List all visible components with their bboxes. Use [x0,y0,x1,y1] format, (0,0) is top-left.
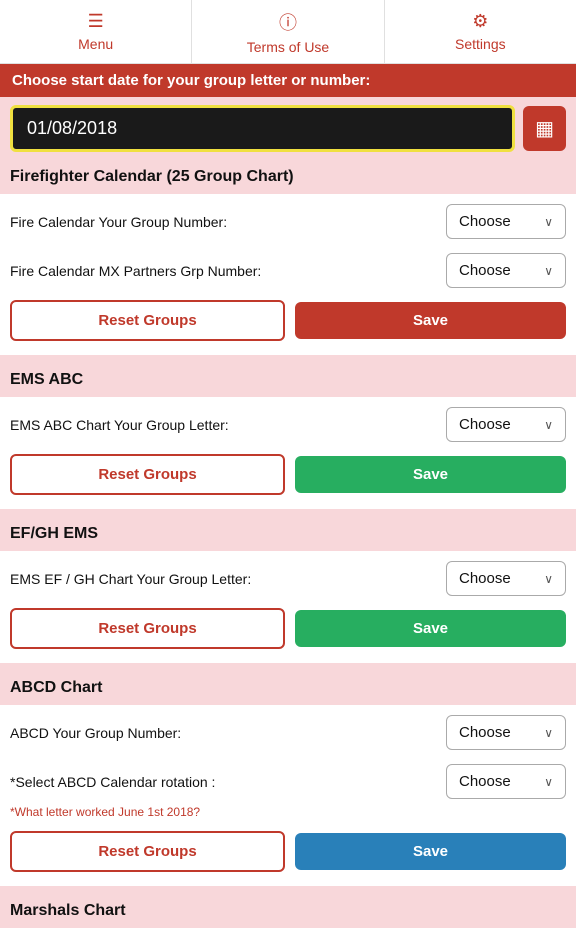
abcd-choose-1[interactable]: Choose ∨ [446,715,566,750]
ems-abc-section-body: EMS ABC Chart Your Group Letter: Choose … [0,397,576,509]
ems-abc-label-1: EMS ABC Chart Your Group Letter: [10,417,446,433]
date-row: 01/08/2018 ▦ [0,97,576,160]
terms-icon: ⓘ [279,9,297,35]
firefighter-chevron-2: ∨ [544,264,553,278]
firefighter-choose-label-2: Choose [459,262,511,279]
efgh-save-button[interactable]: Save [295,610,566,647]
abcd-reset-button[interactable]: Reset Groups [10,831,285,872]
divider-2 [0,509,576,517]
abcd-choose-label-1: Choose [459,724,511,741]
efgh-row-1: EMS EF / GH Chart Your Group Letter: Cho… [10,551,566,600]
menu-icon: ☰ [88,11,104,32]
abcd-label-1: ABCD Your Group Number: [10,725,446,741]
ems-abc-choose-label-1: Choose [459,416,511,433]
efgh-action-row: Reset Groups Save [10,600,566,653]
abcd-row-1: ABCD Your Group Number: Choose ∨ [10,705,566,754]
ems-abc-section: EMS ABC EMS ABC Chart Your Group Letter:… [0,363,576,509]
efgh-reset-button[interactable]: Reset Groups [10,608,285,649]
abcd-chevron-1: ∨ [544,726,553,740]
firefighter-action-row: Reset Groups Save [10,292,566,345]
divider-1 [0,355,576,363]
efgh-choose-1[interactable]: Choose ∨ [446,561,566,596]
firefighter-section-header: Firefighter Calendar (25 Group Chart) [0,160,576,194]
abcd-action-row: Reset Groups Save [10,823,566,876]
instruction-bar: Choose start date for your group letter … [0,64,576,97]
ems-abc-section-header: EMS ABC [0,363,576,397]
ems-abc-action-row: Reset Groups Save [10,446,566,499]
instruction-text: Choose start date for your group letter … [12,72,370,89]
abcd-choose-label-2: Choose [459,773,511,790]
firefighter-section-body: Fire Calendar Your Group Number: Choose … [0,194,576,355]
marshals-section-header: Marshals Chart [0,894,576,928]
efgh-chevron-1: ∨ [544,572,553,586]
menu-nav-item[interactable]: ☰ Menu [0,0,192,63]
ems-abc-reset-button[interactable]: Reset Groups [10,454,285,495]
ems-abc-chevron-1: ∨ [544,418,553,432]
abcd-hint: *What letter worked June 1st 2018? [10,803,566,823]
firefighter-row-2: Fire Calendar MX Partners Grp Number: Ch… [10,243,566,292]
efgh-section-header: EF/GH EMS [0,517,576,551]
firefighter-chevron-1: ∨ [544,215,553,229]
abcd-row-2: *Select ABCD Calendar rotation : Choose … [10,754,566,803]
ems-abc-save-button[interactable]: Save [295,456,566,493]
efgh-section-body: EMS EF / GH Chart Your Group Letter: Cho… [0,551,576,663]
marshals-section: Marshals Chart [0,894,576,928]
terms-nav-item[interactable]: ⓘ Terms of Use [192,0,384,63]
abcd-chevron-2: ∨ [544,775,553,789]
abcd-choose-2[interactable]: Choose ∨ [446,764,566,799]
abcd-section: ABCD Chart ABCD Your Group Number: Choos… [0,671,576,886]
calendar-button[interactable]: ▦ [523,106,566,151]
firefighter-label-2: Fire Calendar MX Partners Grp Number: [10,263,446,279]
settings-icon: ⚙ [472,11,488,32]
abcd-section-header: ABCD Chart [0,671,576,705]
abcd-save-button[interactable]: Save [295,833,566,870]
firefighter-section: Firefighter Calendar (25 Group Chart) Fi… [0,160,576,355]
efgh-label-1: EMS EF / GH Chart Your Group Letter: [10,571,446,587]
top-navigation: ☰ Menu ⓘ Terms of Use ⚙ Settings [0,0,576,64]
firefighter-reset-button[interactable]: Reset Groups [10,300,285,341]
divider-4 [0,886,576,894]
efgh-section: EF/GH EMS EMS EF / GH Chart Your Group L… [0,517,576,663]
efgh-choose-label-1: Choose [459,570,511,587]
settings-label: Settings [455,36,506,52]
firefighter-choose-2[interactable]: Choose ∨ [446,253,566,288]
ems-abc-row-1: EMS ABC Chart Your Group Letter: Choose … [10,397,566,446]
abcd-label-2: *Select ABCD Calendar rotation : [10,774,446,790]
firefighter-row-1: Fire Calendar Your Group Number: Choose … [10,194,566,243]
firefighter-choose-1[interactable]: Choose ∨ [446,204,566,239]
abcd-section-body: ABCD Your Group Number: Choose ∨ *Select… [0,705,576,886]
settings-nav-item[interactable]: ⚙ Settings [385,0,576,63]
divider-3 [0,663,576,671]
menu-label: Menu [78,36,113,52]
ems-abc-choose-1[interactable]: Choose ∨ [446,407,566,442]
firefighter-choose-label-1: Choose [459,213,511,230]
date-display: 01/08/2018 [10,105,515,152]
firefighter-label-1: Fire Calendar Your Group Number: [10,214,446,230]
terms-label: Terms of Use [247,39,329,55]
firefighter-save-button[interactable]: Save [295,302,566,339]
